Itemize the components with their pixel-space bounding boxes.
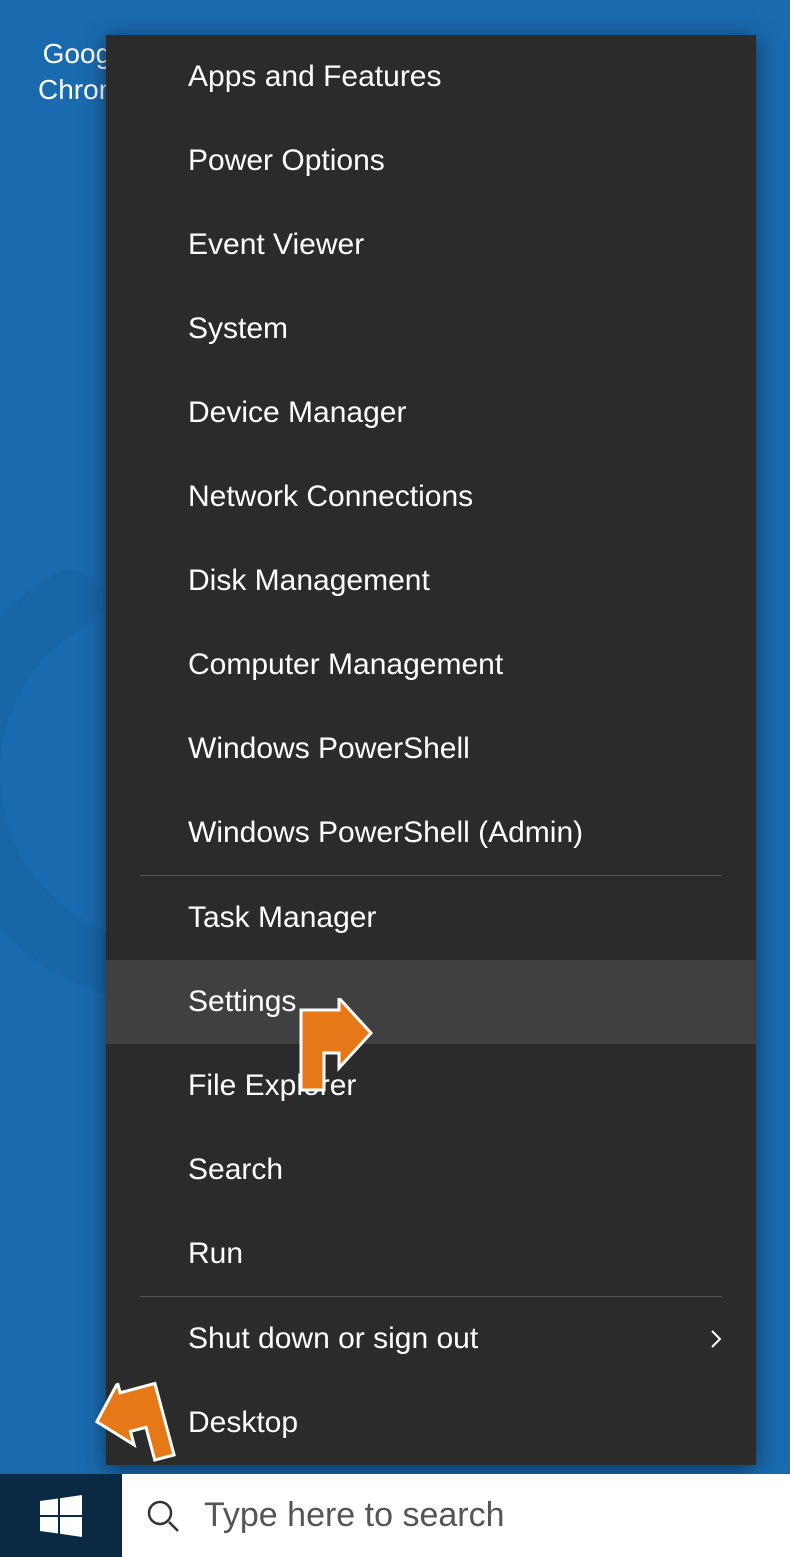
menu-item-task-manager[interactable]: Task Manager [106, 876, 756, 960]
menu-item-disk-management[interactable]: Disk Management [106, 539, 756, 623]
menu-item-label: Device Manager [188, 395, 406, 431]
menu-item-label: Power Options [188, 143, 385, 179]
menu-item-label: Disk Management [188, 563, 430, 599]
menu-item-event-viewer[interactable]: Event Viewer [106, 203, 756, 287]
taskbar [0, 1474, 790, 1557]
menu-item-label: Settings [188, 984, 296, 1020]
menu-item-label: Task Manager [188, 900, 376, 936]
search-icon [146, 1499, 180, 1533]
menu-item-file-explorer[interactable]: File Explorer [106, 1044, 756, 1128]
menu-item-settings[interactable]: Settings [106, 960, 756, 1044]
chevron-right-icon [704, 1327, 728, 1351]
menu-item-label: Windows PowerShell (Admin) [188, 815, 583, 851]
menu-item-apps-and-features[interactable]: Apps and Features [106, 35, 756, 119]
menu-item-label: Network Connections [188, 479, 473, 515]
menu-item-power-options[interactable]: Power Options [106, 119, 756, 203]
menu-item-run[interactable]: Run [106, 1212, 756, 1296]
menu-item-windows-powershell[interactable]: Windows PowerShell [106, 707, 756, 791]
menu-item-search[interactable]: Search [106, 1128, 756, 1212]
windows-logo-icon [40, 1495, 82, 1537]
menu-item-system[interactable]: System [106, 287, 756, 371]
menu-item-windows-powershell-admin[interactable]: Windows PowerShell (Admin) [106, 791, 756, 875]
menu-item-desktop[interactable]: Desktop [106, 1381, 756, 1465]
menu-item-network-connections[interactable]: Network Connections [106, 455, 756, 539]
menu-item-label: Search [188, 1152, 283, 1188]
start-button[interactable] [0, 1474, 122, 1557]
menu-item-label: Apps and Features [188, 59, 442, 95]
taskbar-search[interactable] [122, 1474, 790, 1557]
menu-item-label: Windows PowerShell [188, 731, 470, 767]
menu-item-label: Run [188, 1236, 243, 1272]
menu-item-label: Shut down or sign out [188, 1321, 478, 1357]
menu-item-label: System [188, 311, 288, 347]
search-input[interactable] [204, 1496, 766, 1535]
menu-item-device-manager[interactable]: Device Manager [106, 371, 756, 455]
menu-item-label: File Explorer [188, 1068, 356, 1104]
winx-context-menu: Apps and Features Power Options Event Vi… [106, 35, 756, 1465]
menu-item-label: Desktop [188, 1405, 298, 1441]
menu-item-label: Computer Management [188, 647, 503, 683]
menu-item-shut-down-or-sign-out[interactable]: Shut down or sign out [106, 1297, 756, 1381]
menu-item-label: Event Viewer [188, 227, 364, 263]
menu-item-computer-management[interactable]: Computer Management [106, 623, 756, 707]
